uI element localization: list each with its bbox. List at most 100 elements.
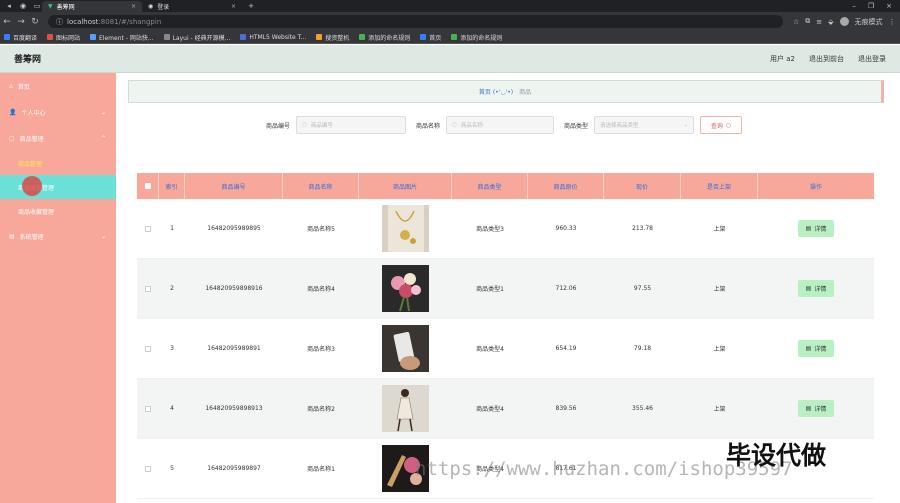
logout-link[interactable]: 退出登录	[858, 54, 886, 64]
reload-icon[interactable]: ↻	[28, 17, 42, 27]
chevron-down-icon: ⌄	[100, 232, 106, 240]
bookmark-icon	[316, 34, 323, 40]
bookmark-item[interactable]: 搜资整机	[316, 33, 349, 42]
address-bar: ← → ↻ ⓘ localhost:8081/#/shangpin ☆ ⧉ ≡ …	[0, 12, 900, 31]
sidebar-item-system[interactable]: ▤ 系统管理 ⌄	[0, 223, 116, 249]
bookmark-item[interactable]: Layui - 经典开源模...	[163, 33, 230, 42]
product-image-dress[interactable]	[382, 385, 429, 432]
sidebar-item-home[interactable]: ⌂ 首页	[0, 73, 116, 99]
browser-tab[interactable]: ◉ 登录 ×	[142, 1, 242, 12]
profile-label: 无痕模式	[854, 17, 883, 26]
detail-button[interactable]: ▤ 详情	[798, 220, 834, 237]
back-icon[interactable]: ←	[0, 17, 14, 27]
select-all-checkbox[interactable]	[144, 183, 151, 189]
back-to-front-link[interactable]: 退出到前台	[809, 54, 844, 64]
row-select-cell	[137, 439, 159, 498]
sidebar-item-personal[interactable]: 👤 个人中心 ⌄	[0, 99, 116, 125]
row-checkbox[interactable]	[145, 285, 151, 292]
media-icon[interactable]: ≡	[816, 18, 822, 26]
header-actions: 用户 a2 退出到前台 退出登录	[770, 54, 886, 64]
table-row: 1 16482095989895 商品名称5 商品类型3 960.33 213.…	[137, 199, 874, 259]
extension-icon[interactable]: ⧉	[805, 17, 810, 26]
browser-tab-active[interactable]: ▼ 善筹网 ×	[42, 1, 142, 12]
bookmark-item[interactable]: 图标网站	[47, 33, 80, 42]
bookmark-item[interactable]: 添加的命名规则	[451, 33, 502, 42]
new-tab-icon[interactable]: +	[246, 1, 256, 11]
cell-status: 上架	[713, 346, 726, 353]
forward-icon[interactable]: →	[14, 17, 28, 27]
row-checkbox[interactable]	[145, 405, 151, 412]
filter-bar: 商品编号 ○ 商品编号 商品名称 ○ 商品名称 商品类型 请选择商品类型 ⌄ 查…	[266, 116, 743, 134]
row-checkbox[interactable]	[145, 345, 151, 352]
puzzle-icon[interactable]: ⬙	[828, 18, 833, 26]
row-checkbox[interactable]	[145, 465, 151, 472]
product-image-necklace[interactable]	[382, 205, 429, 252]
cell-actions: ▤ 详情	[758, 379, 874, 438]
bookmark-item[interactable]: HTML5 Website T...	[240, 34, 306, 41]
info-icon: ⓘ	[56, 17, 63, 26]
cell-type: 商品类型4	[476, 346, 504, 353]
window-close-icon[interactable]: ×	[886, 2, 892, 10]
cell-code: 16482095989895	[207, 225, 261, 232]
product-image-phone[interactable]	[382, 325, 429, 372]
profile-icon[interactable]	[839, 17, 849, 26]
globe-icon: ◉	[19, 2, 27, 10]
close-icon[interactable]: ×	[131, 3, 136, 10]
url-input[interactable]: ⓘ localhost:8081/#/shangpin	[48, 15, 783, 28]
site-logo: 善筹网	[14, 55, 42, 65]
cell-type: 商品类型4	[476, 406, 504, 413]
column-header: 商品类型	[452, 173, 528, 199]
column-header: 商品名称	[283, 173, 359, 199]
breadcrumb-home[interactable]: 首页 (•'◡'•)	[479, 87, 513, 96]
detail-button[interactable]: ▤ 详情	[798, 340, 834, 357]
browser-tab-bar: ◂ ◉ ▭ ▼ 善筹网 × ◉ 登录 × + – ❐ ×	[0, 0, 900, 12]
type-select[interactable]: 请选择商品类型 ⌄	[594, 116, 695, 134]
cell-price: 97.55	[633, 285, 652, 292]
cell-code: 16482095989891	[207, 345, 261, 352]
back-history-icon[interactable]: ◂	[4, 1, 14, 11]
detail-button[interactable]: ▤ 详情	[798, 400, 834, 417]
table-row: 2 164820959898916 商品名称4 商品类型1 712.06 97.…	[137, 259, 874, 319]
bookmark-item[interactable]: 百度翻译	[4, 33, 37, 42]
bookmark-item[interactable]: 首页	[420, 33, 441, 42]
cell-price: 79.18	[633, 345, 652, 352]
bookmark-item[interactable]: 添加的命名规则	[359, 33, 410, 42]
cell-orig-price: 839.56	[555, 405, 577, 412]
cell-type: 商品类型3	[476, 226, 504, 233]
restore-icon[interactable]: ❐	[868, 2, 874, 10]
column-header: 是否上架	[681, 173, 758, 199]
search-icon: ○	[452, 122, 457, 128]
sidebar-subitem-favorites[interactable]: 商品收藏管理	[0, 199, 116, 223]
cell-orig-price: 654.19	[555, 345, 577, 352]
table-row: 3 16482095989891 商品名称3 商品类型4 654.19 79.1…	[137, 319, 874, 379]
cell-name: 商品名称3	[307, 346, 335, 353]
name-input[interactable]: ○ 商品名称	[446, 116, 555, 134]
menu-icon[interactable]: ⋮	[889, 18, 896, 26]
minimize-icon[interactable]: –	[852, 2, 856, 10]
breadcrumb: 首页 (•'◡'•) 商品	[128, 80, 884, 103]
type-label: 商品类型	[564, 122, 589, 130]
product-image-flowers[interactable]	[382, 265, 429, 312]
tab-list-icon[interactable]: ▭	[32, 1, 42, 11]
row-checkbox[interactable]	[145, 225, 151, 232]
cell-orig-price: 712.06	[555, 285, 577, 292]
cell-index: 1	[170, 225, 174, 232]
cell-code: 164820959898913	[205, 405, 263, 412]
mouse-cursor-highlight	[22, 176, 42, 196]
detail-button[interactable]: ▤ 详情	[798, 280, 834, 297]
code-label: 商品编号	[266, 122, 291, 130]
table-row: 4 164820959898913 商品名称2 商品类型4 839.56 355…	[137, 379, 874, 439]
column-header: 操作	[809, 183, 822, 191]
globe-icon: ◉	[148, 3, 154, 10]
close-icon[interactable]: ×	[231, 3, 236, 10]
sidebar-subitem-goods-type[interactable]: 商品类型管理	[0, 175, 116, 199]
sidebar-subitem-goods[interactable]: 商品管理	[0, 151, 116, 175]
sidebar-item-goods[interactable]: ▢ 商品管理 ⌃	[0, 125, 116, 151]
sidebar: ⌂ 首页 👤 个人中心 ⌄ ▢ 商品管理 ⌃ 商品管理 商品类型管理 商品收藏管…	[0, 73, 116, 503]
bookmark-item[interactable]: Element - 网站快...	[90, 33, 154, 42]
cell-image	[359, 199, 452, 258]
cell-index: 2	[170, 285, 174, 292]
star-icon[interactable]: ☆	[793, 18, 799, 26]
code-input[interactable]: ○ 商品编号	[296, 116, 407, 134]
query-button[interactable]: 查询 ○	[700, 116, 743, 134]
